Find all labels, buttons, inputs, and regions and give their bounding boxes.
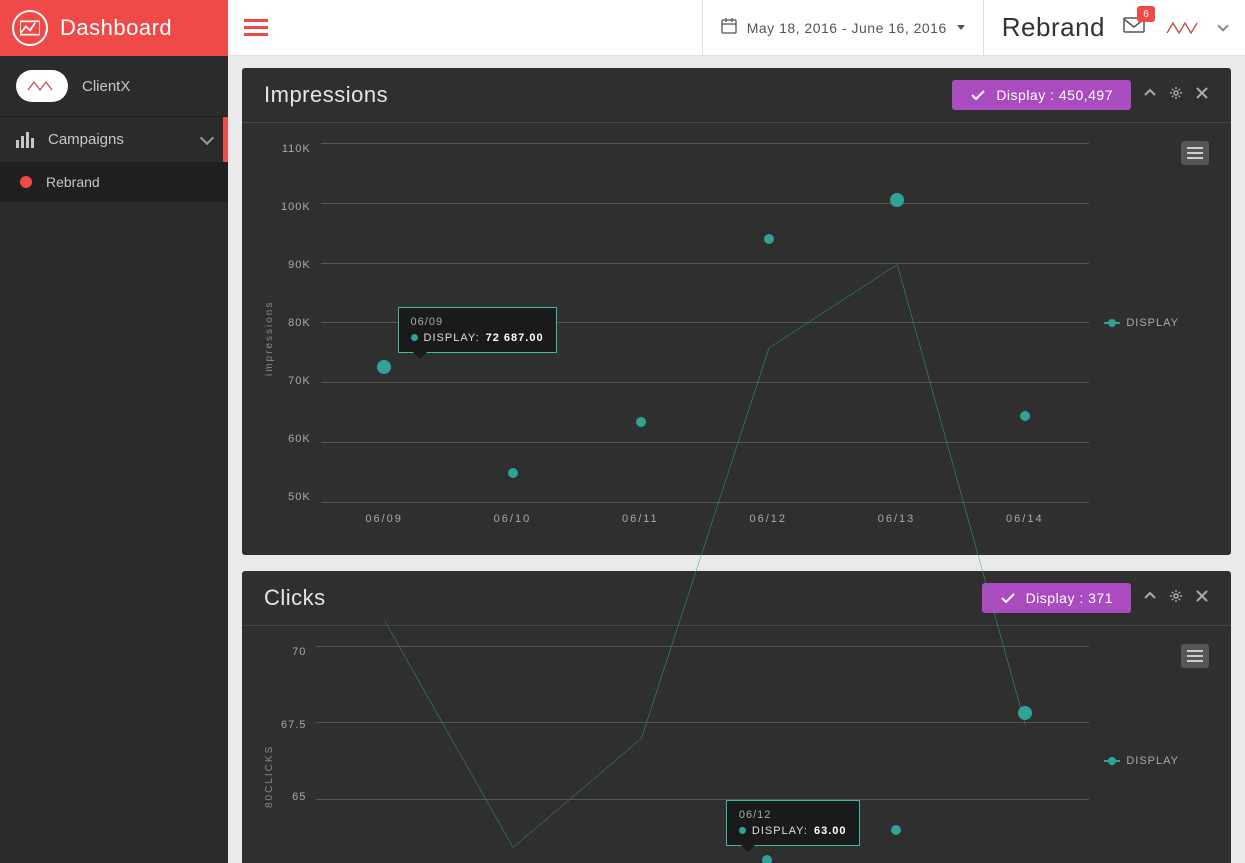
bar-chart-icon (16, 132, 34, 148)
y-tick: 80K (288, 317, 311, 329)
user-menu[interactable] (1163, 14, 1201, 42)
tooltip-date: 06/12 (739, 809, 847, 821)
collapse-icon[interactable] (1143, 86, 1157, 105)
legend-label: DISPLAY (1126, 317, 1179, 329)
close-icon[interactable] (1195, 589, 1209, 608)
sidebar-item-campaigns[interactable]: Campaigns (0, 117, 228, 162)
y-tick: 60K (288, 433, 311, 445)
legend-marker-icon (1104, 322, 1120, 324)
settings-icon[interactable] (1169, 589, 1183, 608)
tooltip-date: 06/09 (411, 316, 544, 328)
y-axis-label: 80CLICKS (264, 646, 275, 863)
page-title: Dashboard (60, 15, 172, 41)
y-tick: 110K (282, 143, 311, 155)
tooltip-dot-icon (411, 334, 418, 341)
check-icon (970, 89, 986, 101)
data-point[interactable] (764, 234, 774, 244)
panel-impressions: Impressions Display : 450,497 impression… (242, 68, 1231, 555)
client-row[interactable]: ClientX (0, 56, 228, 117)
date-range-text: May 18, 2016 - June 16, 2016 (747, 20, 947, 36)
sidebar-item-label: Campaigns (48, 131, 124, 148)
plot-area[interactable]: 06/09 DISPLAY: 72 687.00 DISPLAY (321, 143, 1089, 503)
main: May 18, 2016 - June 16, 2016 Rebrand 6 I… (228, 0, 1245, 863)
content-area: Impressions Display : 450,497 impression… (228, 56, 1245, 863)
y-tick: 70K (288, 375, 311, 387)
data-point[interactable] (1020, 411, 1030, 421)
y-tick: 50K (288, 491, 311, 503)
chart-legend[interactable]: DISPLAY (1104, 317, 1179, 329)
close-icon[interactable] (1195, 86, 1209, 105)
y-tick: 65 (292, 791, 306, 803)
mail-badge: 6 (1137, 6, 1155, 22)
clicks-chart: 80CLICKS 70 67.5 65 62.5 (242, 626, 1231, 863)
tooltip-series: DISPLAY: (424, 332, 480, 344)
client-name: ClientX (82, 78, 130, 95)
sidebar-header: Dashboard (0, 0, 228, 56)
tooltip-value: 72 687.00 (486, 332, 544, 344)
y-tick: 100K (281, 201, 311, 213)
display-filter-button[interactable]: Display : 450,497 (952, 80, 1131, 110)
line-series (316, 646, 1089, 863)
panel-title: Clicks (264, 585, 326, 611)
y-tick: 67.5 (281, 719, 306, 731)
settings-icon[interactable] (1169, 86, 1183, 105)
data-point[interactable] (891, 825, 901, 835)
data-point[interactable] (1018, 706, 1032, 720)
data-point[interactable] (762, 855, 772, 863)
display-filter-label: Display : 450,497 (996, 87, 1113, 103)
sidebar: Dashboard ClientX Campaigns Rebrand (0, 0, 228, 863)
y-axis-label: impressions (264, 143, 275, 503)
calendar-icon (721, 18, 737, 37)
y-axis: 70 67.5 65 62.5 (281, 646, 316, 863)
chevron-down-icon[interactable] (1217, 20, 1228, 31)
chart-legend[interactable]: DISPLAY (1104, 755, 1179, 767)
y-tick: 90K (288, 259, 311, 271)
data-point[interactable] (508, 468, 518, 478)
plot-area[interactable]: 06/12 DISPLAY: 63.00 DISPLAY (316, 646, 1089, 863)
menu-toggle-button[interactable] (228, 0, 284, 55)
data-point[interactable] (636, 417, 646, 427)
mail-button[interactable]: 6 (1123, 16, 1145, 39)
chart-tooltip: 06/09 DISPLAY: 72 687.00 (398, 307, 557, 353)
chart-menu-button[interactable] (1181, 644, 1209, 668)
sidebar-item-label: Rebrand (46, 174, 100, 190)
legend-marker-icon (1104, 760, 1120, 762)
legend-label: DISPLAY (1126, 755, 1179, 767)
client-logo-icon (16, 70, 68, 102)
data-point[interactable] (377, 360, 391, 374)
y-tick: 70 (292, 646, 306, 658)
date-range-picker[interactable]: May 18, 2016 - June 16, 2016 (702, 0, 984, 55)
impressions-chart: impressions 110K 100K 90K 80K 70K 60K 50… (242, 123, 1231, 555)
tooltip-dot-icon (739, 827, 746, 834)
collapse-icon[interactable] (1143, 589, 1157, 608)
chart-tooltip: 06/12 DISPLAY: 63.00 (726, 800, 860, 846)
dashboard-logo-icon (12, 10, 48, 46)
topbar: May 18, 2016 - June 16, 2016 Rebrand 6 (228, 0, 1245, 56)
tooltip-series: DISPLAY: (752, 825, 808, 837)
tooltip-value: 63.00 (814, 825, 847, 837)
data-point[interactable] (890, 193, 904, 207)
chart-menu-button[interactable] (1181, 141, 1209, 165)
campaign-title: Rebrand (1002, 12, 1105, 43)
panel-title: Impressions (264, 82, 388, 108)
caret-down-icon (957, 25, 965, 30)
campaign-dot-icon (20, 176, 32, 188)
y-axis: 110K 100K 90K 80K 70K 60K 50K (281, 143, 321, 503)
sidebar-item-rebrand[interactable]: Rebrand (0, 162, 228, 202)
